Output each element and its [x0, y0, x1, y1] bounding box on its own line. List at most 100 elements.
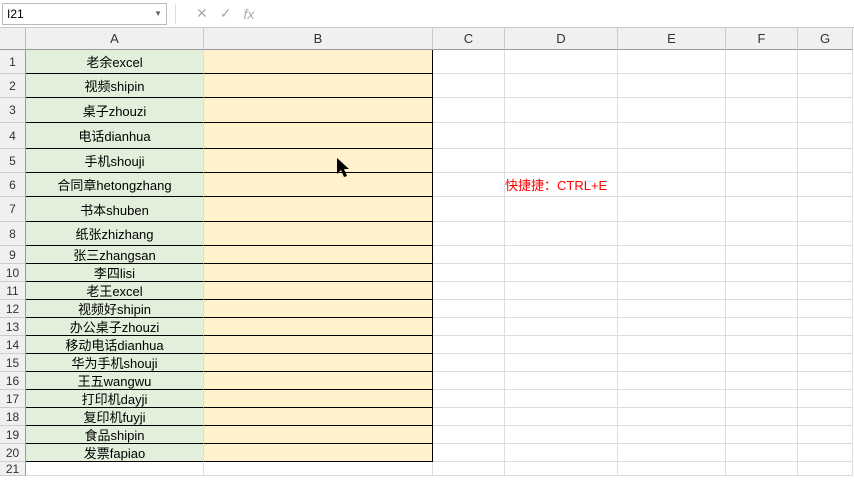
- cell[interactable]: [433, 426, 505, 444]
- dropdown-icon[interactable]: ▼: [154, 9, 162, 18]
- cell[interactable]: [798, 318, 853, 336]
- cell[interactable]: [505, 444, 618, 462]
- cell[interactable]: [726, 372, 798, 390]
- row-header[interactable]: 11: [0, 282, 26, 300]
- cell[interactable]: [505, 246, 618, 264]
- cell[interactable]: [505, 222, 618, 246]
- col-header-g[interactable]: G: [798, 28, 853, 50]
- cell-b8[interactable]: [204, 222, 433, 246]
- cell-b10[interactable]: [204, 264, 433, 282]
- cell[interactable]: [433, 390, 505, 408]
- cell[interactable]: [618, 408, 726, 426]
- cell[interactable]: [618, 246, 726, 264]
- cell[interactable]: [433, 123, 505, 149]
- row-header[interactable]: 9: [0, 246, 26, 264]
- cell[interactable]: [618, 354, 726, 372]
- col-header-d[interactable]: D: [505, 28, 618, 50]
- cell[interactable]: [798, 149, 853, 173]
- cell[interactable]: [798, 354, 853, 372]
- cell[interactable]: [726, 246, 798, 264]
- cell-a13[interactable]: 办公桌子zhouzi: [26, 318, 204, 336]
- cell-b19[interactable]: [204, 426, 433, 444]
- col-header-a[interactable]: A: [26, 28, 204, 50]
- cell[interactable]: [726, 173, 798, 197]
- cell[interactable]: [726, 354, 798, 372]
- row-header[interactable]: 14: [0, 336, 26, 354]
- cell[interactable]: [798, 173, 853, 197]
- cell[interactable]: [726, 336, 798, 354]
- cell[interactable]: [618, 462, 726, 476]
- cell-b18[interactable]: [204, 408, 433, 426]
- col-header-b[interactable]: B: [204, 28, 433, 50]
- cell[interactable]: [618, 264, 726, 282]
- cell-b20[interactable]: [204, 444, 433, 462]
- cell[interactable]: [505, 197, 618, 222]
- row-header[interactable]: 2: [0, 74, 26, 98]
- cell-a5[interactable]: 手机shouji: [26, 149, 204, 173]
- cell[interactable]: [505, 98, 618, 123]
- row-header[interactable]: 8: [0, 222, 26, 246]
- col-header-e[interactable]: E: [618, 28, 726, 50]
- row-header[interactable]: 19: [0, 426, 26, 444]
- row-header[interactable]: 21: [0, 462, 26, 476]
- cell[interactable]: [433, 444, 505, 462]
- cell[interactable]: [433, 173, 505, 197]
- row-header[interactable]: 7: [0, 197, 26, 222]
- cell[interactable]: [798, 336, 853, 354]
- cell-a11[interactable]: 老王excel: [26, 282, 204, 300]
- cell[interactable]: [433, 336, 505, 354]
- cell-b7[interactable]: [204, 197, 433, 222]
- row-header[interactable]: 17: [0, 390, 26, 408]
- cell-a7[interactable]: 书本shuben: [26, 197, 204, 222]
- cell-a1[interactable]: 老余excel: [26, 50, 204, 74]
- cancel-icon[interactable]: ✕: [196, 5, 208, 22]
- row-header[interactable]: 10: [0, 264, 26, 282]
- cell-b11[interactable]: [204, 282, 433, 300]
- cell[interactable]: [726, 74, 798, 98]
- fx-icon[interactable]: fx: [243, 6, 254, 22]
- cell-b12[interactable]: [204, 300, 433, 318]
- cell[interactable]: [798, 264, 853, 282]
- cell[interactable]: [505, 336, 618, 354]
- cell[interactable]: [505, 462, 618, 476]
- cell-b4[interactable]: [204, 123, 433, 149]
- cell-a9[interactable]: 张三zhangsan: [26, 246, 204, 264]
- row-header[interactable]: 6: [0, 173, 26, 197]
- cell[interactable]: [618, 300, 726, 318]
- cell[interactable]: [798, 246, 853, 264]
- cell[interactable]: [798, 444, 853, 462]
- cell-b13[interactable]: [204, 318, 433, 336]
- cell-b14[interactable]: [204, 336, 433, 354]
- cell[interactable]: [618, 372, 726, 390]
- cell[interactable]: [726, 462, 798, 476]
- cell-a18[interactable]: 复印机fuyji: [26, 408, 204, 426]
- cell-a3[interactable]: 桌子zhouzi: [26, 98, 204, 123]
- cell[interactable]: [505, 264, 618, 282]
- cell[interactable]: [433, 462, 505, 476]
- cell[interactable]: [798, 222, 853, 246]
- cell[interactable]: [726, 318, 798, 336]
- cell[interactable]: [726, 123, 798, 149]
- cell[interactable]: [433, 74, 505, 98]
- cell-b21[interactable]: [204, 462, 433, 476]
- cell-a19[interactable]: 食品shipin: [26, 426, 204, 444]
- select-all-corner[interactable]: [0, 28, 26, 50]
- cell[interactable]: [618, 426, 726, 444]
- cell[interactable]: [798, 390, 853, 408]
- cell[interactable]: [618, 336, 726, 354]
- cell-a17[interactable]: 打印机dayji: [26, 390, 204, 408]
- row-header[interactable]: 13: [0, 318, 26, 336]
- cell[interactable]: [726, 282, 798, 300]
- cell[interactable]: [798, 282, 853, 300]
- cell[interactable]: [618, 50, 726, 74]
- cell-b6[interactable]: [204, 173, 433, 197]
- cell[interactable]: [618, 222, 726, 246]
- cell[interactable]: [618, 444, 726, 462]
- cell[interactable]: [433, 264, 505, 282]
- cell-a6[interactable]: 合同章hetongzhang: [26, 173, 204, 197]
- cell[interactable]: [618, 149, 726, 173]
- cell[interactable]: [726, 50, 798, 74]
- row-header[interactable]: 3: [0, 98, 26, 123]
- cell[interactable]: [433, 50, 505, 74]
- row-header[interactable]: 20: [0, 444, 26, 462]
